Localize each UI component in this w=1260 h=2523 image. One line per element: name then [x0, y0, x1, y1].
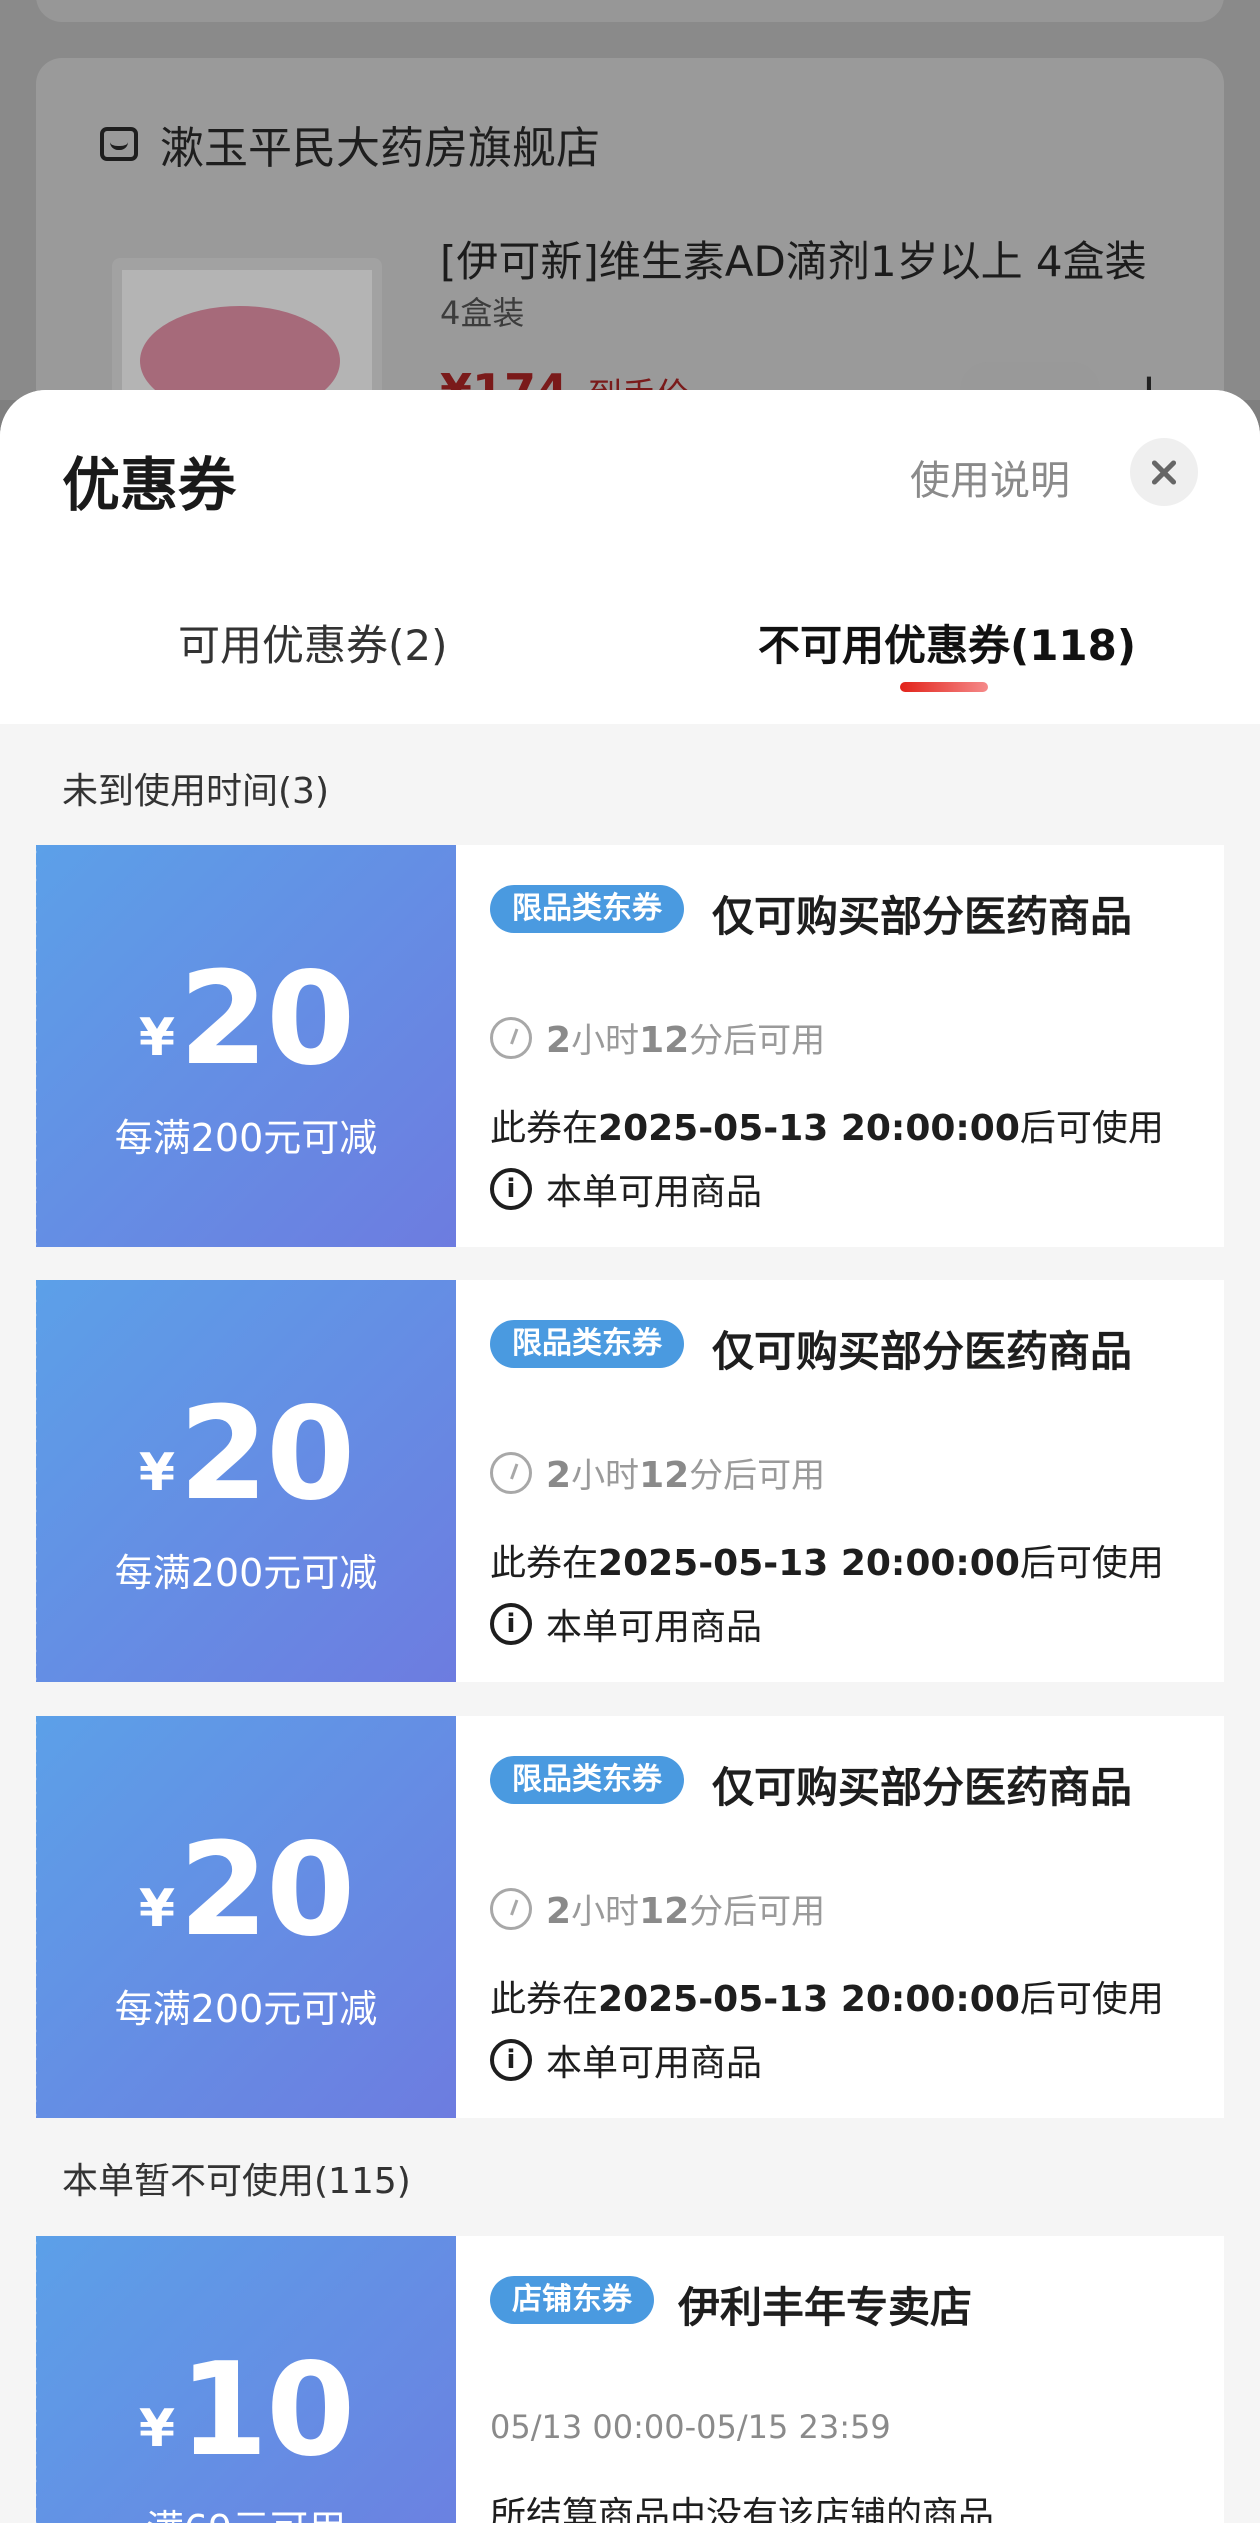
coupon-type-badge: 店铺东券	[490, 2276, 654, 2324]
coupon-details: 限品类东券 仅可购买部分医药商品 2小时12分后可用 此券在2025-05-13…	[456, 1716, 1224, 2118]
applicable-products-label: 本单可用商品	[546, 2043, 763, 2084]
sheet-header: 优惠券 使用说明 可用优惠券(2) 不可用优惠券(118)	[0, 390, 1260, 724]
valid-from-text: 此券在2025-05-13 20:00:00后可使用	[490, 1108, 1164, 1149]
coupon-amount: ¥10	[36, 2336, 456, 2485]
coupon-amount-panel: ¥10 满69元可用	[36, 2236, 456, 2523]
coupon-card[interactable]: ¥20 每满200元可减 限品类东券 仅可购买部分医药商品 2小时12分后可用 …	[36, 1716, 1224, 2118]
countdown-text: 2小时12分后可用	[546, 1891, 826, 1932]
coupon-title: 仅可购买部分医药商品	[712, 892, 1133, 941]
coupon-date-range: 05/13 00:00-05/15 23:59	[490, 2408, 891, 2446]
background-product-title: [伊可新]维生素AD滴剂1岁以上 4盒装	[440, 237, 1147, 286]
coupon-unusable-reason: 所结算商品中没有该店铺的商品	[490, 2495, 995, 2523]
coupon-title: 仅可购买部分医药商品	[712, 1327, 1133, 1376]
clock-icon	[490, 1887, 532, 1930]
coupon-title: 伊利丰年专卖店	[678, 2283, 973, 2332]
section-not-yet-usable: 未到使用时间(3)	[62, 771, 329, 812]
countdown-row: 2小时12分后可用	[490, 1448, 825, 1497]
close-icon[interactable]	[1130, 438, 1198, 506]
coupon-value: 20	[179, 1380, 355, 1529]
coupon-amount: ¥20	[36, 945, 456, 1094]
coupon-amount-panel: ¥20 每满200元可减	[36, 845, 456, 1247]
countdown-text: 2小时12分后可用	[546, 1020, 826, 1061]
countdown-row: 2小时12分后可用	[490, 1884, 825, 1933]
coupon-amount: ¥20	[36, 1816, 456, 1965]
valid-from-text: 此券在2025-05-13 20:00:00后可使用	[490, 1979, 1164, 2020]
coupon-sheet: 优惠券 使用说明 可用优惠券(2) 不可用优惠券(118) 未到使用时间(3) …	[0, 390, 1260, 2523]
currency-symbol: ¥	[138, 1443, 176, 1503]
coupon-type-badge: 限品类东券	[490, 1756, 684, 1804]
coupon-condition: 每满200元可减	[114, 1987, 378, 2031]
info-icon: i	[490, 1603, 532, 1645]
coupon-amount: ¥20	[36, 1380, 456, 1529]
currency-symbol: ¥	[138, 1879, 176, 1939]
coupon-value: 10	[179, 2336, 355, 2485]
countdown-text: 2小时12分后可用	[546, 1455, 826, 1496]
tab-available-coupons[interactable]: 可用优惠券(2)	[178, 612, 448, 673]
background-store-name: 漱玉平民大药房旗舰店	[160, 123, 600, 174]
product-thumbnail	[112, 258, 382, 408]
sheet-title: 优惠券	[62, 451, 237, 519]
coupon-amount-panel: ¥20 每满200元可减	[36, 1280, 456, 1682]
store-icon	[100, 127, 138, 161]
clock-icon	[490, 1016, 532, 1059]
applicable-products-link[interactable]: i 本单可用商品	[490, 2034, 762, 2086]
coupon-title: 仅可购买部分医药商品	[712, 1763, 1133, 1812]
tab-unavailable-coupons[interactable]: 不可用优惠券(118)	[758, 612, 1136, 673]
coupon-card[interactable]: ¥20 每满200元可减 限品类东券 仅可购买部分医药商品 2小时12分后可用 …	[36, 845, 1224, 1247]
coupon-type-badge: 限品类东券	[490, 1320, 684, 1368]
applicable-products-label: 本单可用商品	[546, 1172, 763, 1213]
coupon-value: 20	[179, 945, 355, 1094]
coupon-card[interactable]: ¥20 每满200元可减 限品类东券 仅可购买部分医药商品 2小时12分后可用 …	[36, 1280, 1224, 1682]
coupon-details: 限品类东券 仅可购买部分医药商品 2小时12分后可用 此券在2025-05-13…	[456, 845, 1224, 1247]
valid-from-text: 此券在2025-05-13 20:00:00后可使用	[490, 1543, 1164, 1584]
background-product-spec: 4盒装	[440, 294, 525, 332]
clock-icon	[490, 1451, 532, 1494]
background-top-card	[36, 0, 1224, 22]
coupon-type-badge: 限品类东券	[490, 885, 684, 933]
countdown-row: 2小时12分后可用	[490, 1013, 825, 1062]
coupon-value: 20	[179, 1816, 355, 1965]
active-tab-indicator	[900, 682, 988, 692]
applicable-products-link[interactable]: i 本单可用商品	[490, 1163, 762, 1215]
coupon-amount-panel: ¥20 每满200元可减	[36, 1716, 456, 2118]
background-page: 漱玉平民大药房旗舰店 [伊可新]维生素AD滴剂1岁以上 4盒装 4盒装 ¥174…	[0, 0, 1260, 478]
coupon-details: 店铺东券 伊利丰年专卖店 05/13 00:00-05/15 23:59 所结算…	[456, 2236, 1224, 2523]
section-unusable-this-order: 本单暂不可使用(115)	[62, 2161, 411, 2202]
applicable-products-label: 本单可用商品	[546, 1607, 763, 1648]
coupon-condition: 满69元可用	[36, 2498, 456, 2523]
coupon-details: 限品类东券 仅可购买部分医药商品 2小时12分后可用 此券在2025-05-13…	[456, 1280, 1224, 1682]
info-icon: i	[490, 2039, 532, 2081]
currency-symbol: ¥	[138, 2399, 176, 2459]
usage-instructions-link[interactable]: 使用说明	[910, 448, 1070, 506]
background-store-row: 漱玉平民大药房旗舰店	[100, 112, 600, 176]
coupon-condition: 每满200元可减	[114, 1116, 378, 1160]
coupon-condition: 每满200元可减	[114, 1551, 378, 1595]
currency-symbol: ¥	[138, 1008, 176, 1068]
applicable-products-link[interactable]: i 本单可用商品	[490, 1598, 762, 1650]
coupon-card[interactable]: ¥10 满69元可用 店铺东券 伊利丰年专卖店 05/13 00:00-05/1…	[36, 2236, 1224, 2523]
info-icon: i	[490, 1168, 532, 1210]
